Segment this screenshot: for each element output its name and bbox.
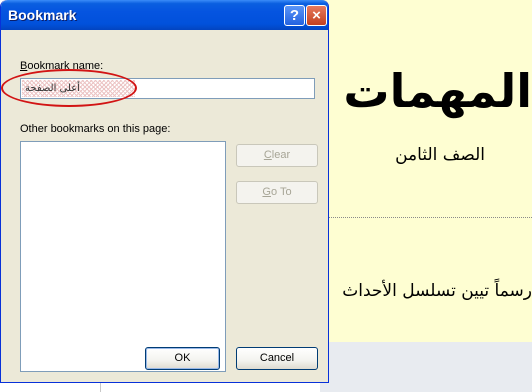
document-subtitle: الصف الثامن (395, 145, 485, 165)
bookmark-dialog: Bookmark ? × Bookmark name: أعلى الصفحة … (0, 0, 329, 383)
dialog-title: Bookmark (8, 7, 77, 23)
dialog-titlebar[interactable]: Bookmark ? × (1, 0, 328, 30)
annotation-ellipse (1, 69, 137, 107)
document-footer-area (320, 342, 532, 392)
section-break-line (320, 217, 532, 218)
other-bookmarks-list[interactable] (20, 141, 226, 372)
document-body-text: رسماً تيين تسلسل الأحداث (342, 281, 532, 301)
help-icon[interactable]: ? (284, 5, 305, 26)
document-body-line: رسماً تيين تسلسل الأحداث (318, 275, 532, 307)
other-bookmarks-label: Other bookmarks on this page: (20, 123, 171, 135)
document-title: المهمات (343, 64, 532, 118)
close-icon[interactable]: × (306, 5, 327, 26)
cancel-button[interactable]: Cancel (236, 347, 318, 370)
ok-button[interactable]: OK (145, 347, 220, 370)
go-to-button[interactable]: Go To (236, 181, 318, 204)
clear-button[interactable]: Clear (236, 144, 318, 167)
